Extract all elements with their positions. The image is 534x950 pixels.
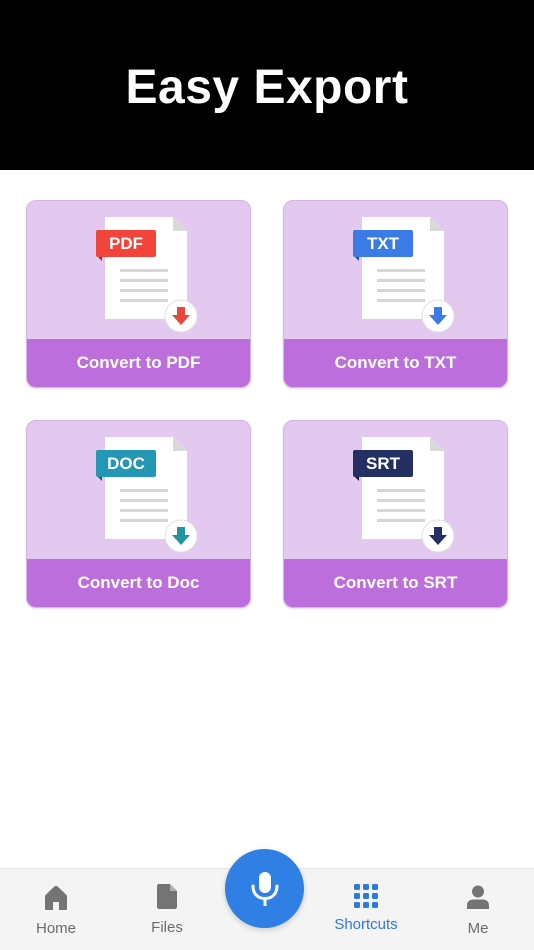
card-label: Convert to TXT [334, 353, 457, 372]
nav-label: Shortcuts [334, 916, 398, 933]
card-label-bar: Convert to PDF [27, 339, 250, 387]
nav-label: Files [151, 919, 183, 936]
home-icon [45, 886, 67, 910]
nav-item-shortcuts[interactable]: Shortcuts [316, 869, 416, 950]
pdf-file-icon: PDF [96, 217, 198, 333]
grid-icon [354, 884, 378, 908]
card-label: Convert to PDF [76, 353, 201, 372]
nav-label: Home [35, 920, 76, 937]
nav-label: Me [467, 920, 489, 937]
convert-txt-card[interactable]: TXT Convert to TXT [283, 200, 508, 388]
card-label-bar: Convert to SRT [284, 559, 507, 607]
microphone-button[interactable] [225, 849, 304, 928]
convert-srt-card[interactable]: SRT Convert to SRT [283, 420, 508, 608]
convert-doc-card[interactable]: DOC Convert to Doc [26, 420, 251, 608]
txt-file-icon: TXT [353, 217, 455, 333]
file-icon [157, 884, 177, 909]
card-label: Convert to SRT [333, 573, 458, 592]
doc-file-icon: DOC [96, 437, 198, 553]
card-label: Convert to Doc [77, 573, 200, 592]
card-label-bar: Convert to TXT [284, 339, 507, 387]
nav-item-me[interactable]: Me [428, 869, 528, 950]
file-badge-text: DOC [107, 454, 145, 473]
card-label-bar: Convert to Doc [27, 559, 250, 607]
nav-item-files[interactable]: Files [117, 869, 217, 950]
app-screen: Easy Export PDF Convert to PDF TXT Conve… [0, 0, 534, 950]
nav-item-home[interactable]: Home [6, 869, 106, 950]
page-title: Easy Export [125, 60, 409, 114]
file-badge-text: SRT [366, 454, 401, 473]
srt-file-icon: SRT [353, 437, 455, 553]
convert-pdf-card[interactable]: PDF Convert to PDF [26, 200, 251, 388]
header: Easy Export [0, 0, 534, 170]
microphone-icon [251, 871, 278, 906]
person-icon [467, 885, 489, 909]
file-badge-text: PDF [109, 234, 143, 253]
file-badge-text: TXT [367, 234, 400, 253]
